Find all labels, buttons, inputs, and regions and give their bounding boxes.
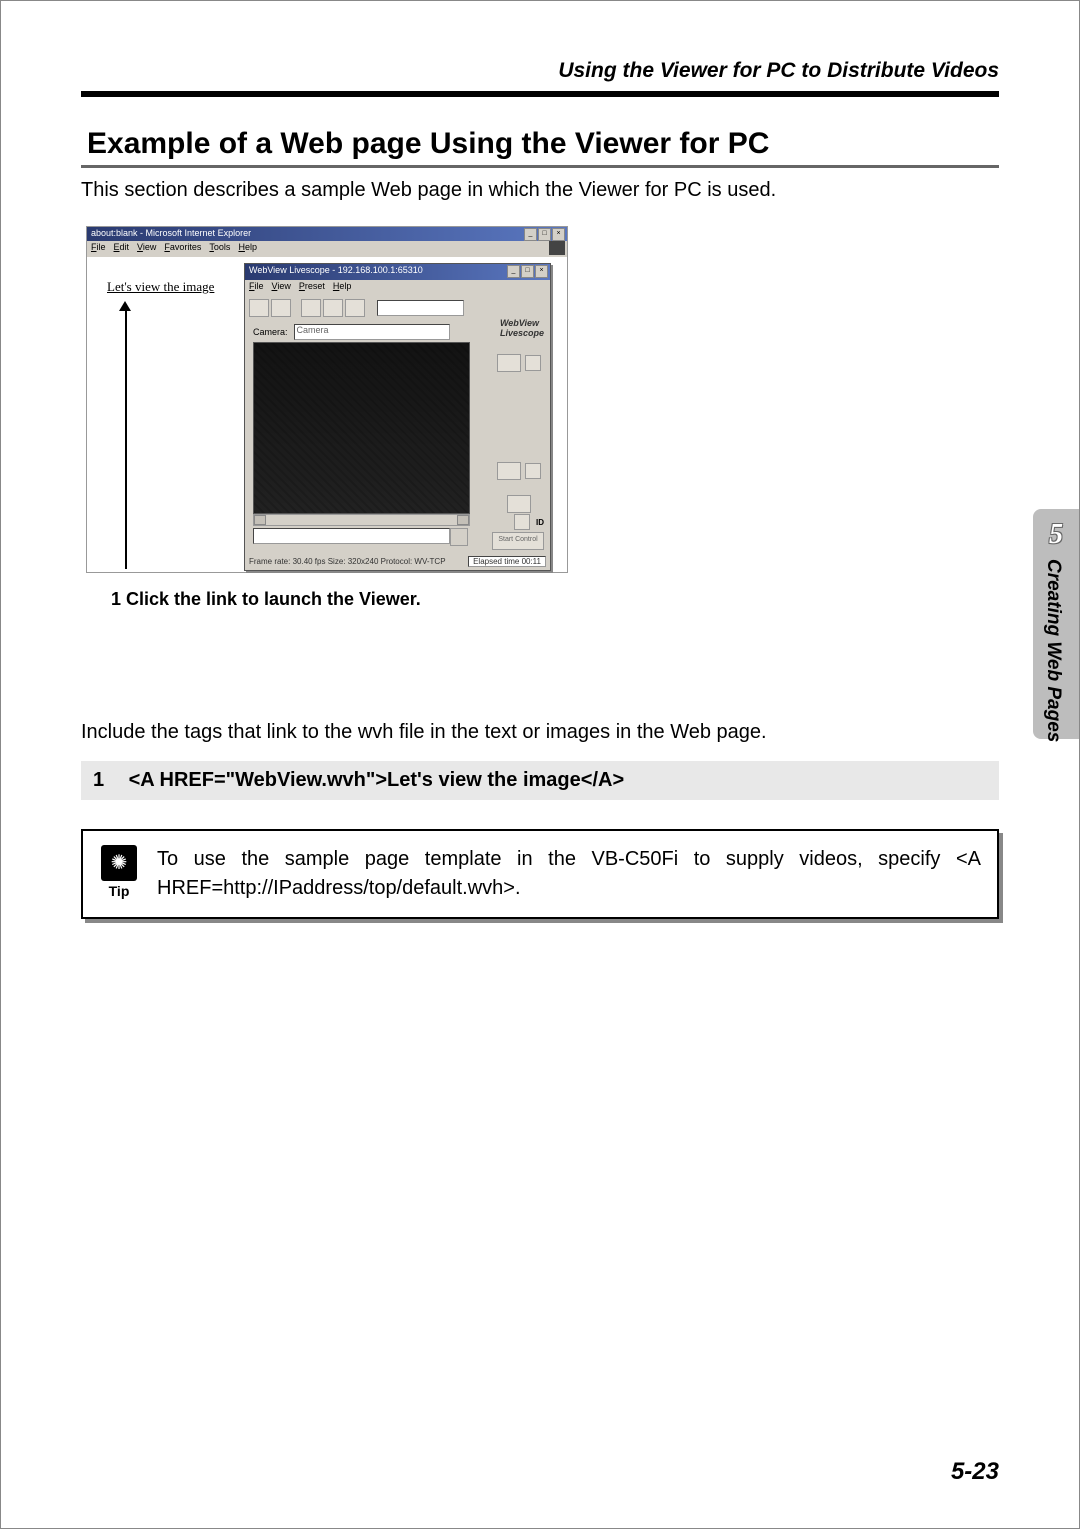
page-number: 5-23 xyxy=(951,1458,999,1486)
minimize-icon: _ xyxy=(524,228,537,241)
close-icon: × xyxy=(535,265,548,278)
dropdown-arrow-icon xyxy=(450,528,468,546)
minimize-icon: _ xyxy=(507,265,520,278)
page-header: Using the Viewer for PC to Distribute Vi… xyxy=(558,59,999,83)
code-number: 1 xyxy=(93,769,123,792)
chapter-tab: 5 Creating Web Pages xyxy=(1033,509,1079,739)
ie-menu-file: File xyxy=(91,242,106,256)
camera-label: Camera: xyxy=(253,327,288,337)
toolbar-btn-5 xyxy=(345,299,365,317)
ie-menu-favorites: Favorites xyxy=(164,242,201,256)
toolbar-btn-4 xyxy=(323,299,343,317)
side-controls xyxy=(494,354,544,513)
ie-titlebar: about:blank - Microsoft Internet Explore… xyxy=(87,227,567,241)
id-label: ID xyxy=(536,518,544,527)
side-btn-3 xyxy=(507,495,531,513)
ie-menu-view: View xyxy=(137,242,156,256)
toolbar-btn-3 xyxy=(301,299,321,317)
ie-title-text: about:blank - Microsoft Internet Explore… xyxy=(91,228,251,238)
viewer-menu-preset: Preset xyxy=(299,281,325,295)
viewer-toolbar xyxy=(245,296,550,320)
start-control-button: Start Control xyxy=(492,532,544,550)
maximize-icon: □ xyxy=(521,265,534,278)
close-icon: × xyxy=(552,228,565,241)
bottom-dropdown xyxy=(253,528,450,544)
side-up-icon xyxy=(525,355,541,371)
toolbar-btn-1 xyxy=(249,299,269,317)
section-title: Example of a Web page Using the Viewer f… xyxy=(81,127,999,168)
ie-window-screenshot: about:blank - Microsoft Internet Explore… xyxy=(86,226,568,573)
logo-line2: Livescope xyxy=(500,328,544,338)
viewer-window-controls: _ □ × xyxy=(507,265,548,278)
ie-menu-tools: Tools xyxy=(209,242,230,256)
viewer-status-bar: Frame rate: 30.40 fps Size: 320x240 Prot… xyxy=(249,554,546,568)
side-btn-2 xyxy=(497,462,521,480)
maximize-icon: □ xyxy=(538,228,551,241)
viewer-window: WebView Livescope - 192.168.100.1:65310 … xyxy=(244,263,551,571)
ie-body: Let's view the image WebView Livescope -… xyxy=(89,257,565,570)
id-strip: ID xyxy=(514,514,544,530)
tip-text: To use the sample page template in the V… xyxy=(157,845,981,903)
code-example: 1 <A HREF="WebView.wvh">Let's view the i… xyxy=(81,761,999,800)
ie-menu-help: Help xyxy=(238,242,257,256)
viewer-menubar: File View Preset Help xyxy=(245,280,550,296)
viewer-menu-help: Help xyxy=(333,281,352,295)
ie-menu-edit: Edit xyxy=(114,242,130,256)
lightbulb-icon: ✺ xyxy=(101,845,137,881)
status-text: Frame rate: 30.40 fps Size: 320x240 Prot… xyxy=(249,557,446,566)
video-image xyxy=(253,342,470,514)
toolbar-btn-2 xyxy=(271,299,291,317)
tip-label: Tip xyxy=(109,883,130,899)
header-rule xyxy=(81,91,999,97)
toolbar-dropdown xyxy=(377,300,464,316)
tip-box: ✺ Tip To use the sample page template in… xyxy=(81,829,999,919)
ie-menubar: File Edit View Favorites Tools Help xyxy=(87,241,567,257)
refresh-icon xyxy=(514,514,530,530)
camera-field: Camera xyxy=(294,324,450,340)
intro-text: This section describes a sample Web page… xyxy=(81,179,999,202)
webpage-link: Let's view the image xyxy=(107,279,214,295)
document-page: Using the Viewer for PC to Distribute Vi… xyxy=(0,0,1080,1529)
side-down-icon xyxy=(525,463,541,479)
viewer-menu-view: View xyxy=(272,281,291,295)
webview-logo: WebView Livescope xyxy=(500,318,544,338)
ie-logo-icon xyxy=(549,241,565,255)
chapter-title: Creating Web Pages xyxy=(1042,559,1064,742)
chapter-number: 5 xyxy=(1049,519,1063,551)
elapsed-time: Elapsed time 00:11 xyxy=(468,556,546,567)
viewer-titlebar: WebView Livescope - 192.168.100.1:65310 … xyxy=(245,264,550,280)
horizontal-scrollbar xyxy=(253,514,470,526)
figure-caption: 1 Click the link to launch the Viewer. xyxy=(111,589,421,610)
viewer-menu-file: File xyxy=(249,281,264,295)
arrow-line xyxy=(125,309,127,569)
body-text: Include the tags that link to the wvh fi… xyxy=(81,721,999,744)
viewer-title-text: WebView Livescope - 192.168.100.1:65310 xyxy=(249,265,423,275)
code-text: <A HREF="WebView.wvh">Let's view the ima… xyxy=(129,769,625,791)
tip-icon-group: ✺ Tip xyxy=(99,845,139,899)
ie-window-controls: _ □ × xyxy=(524,228,565,241)
logo-line1: WebView xyxy=(500,318,539,328)
side-btn-1 xyxy=(497,354,521,372)
